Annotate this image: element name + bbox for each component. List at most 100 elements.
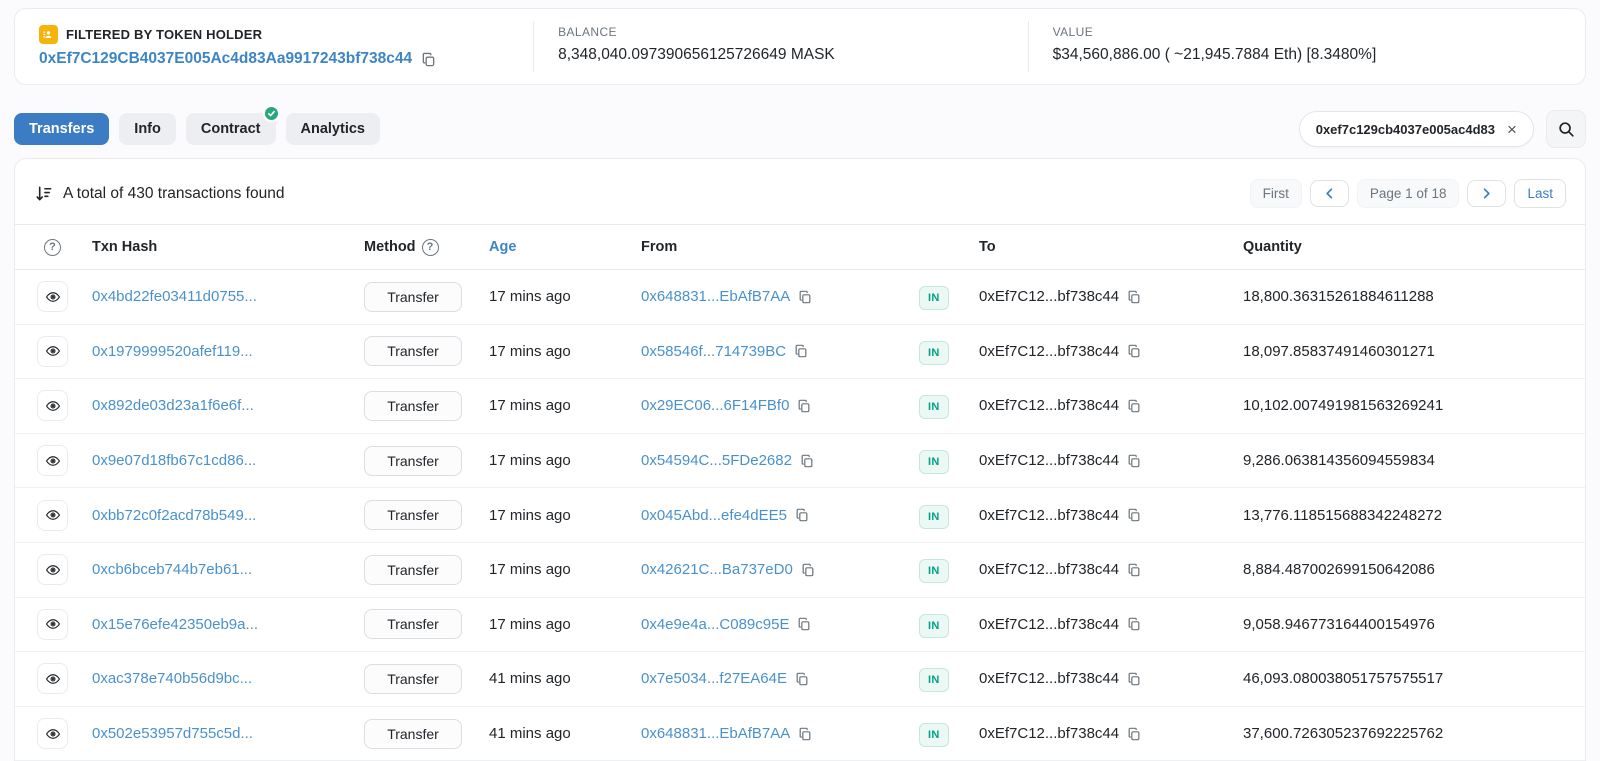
method-badge[interactable]: Transfer bbox=[364, 281, 462, 312]
pagination-prev-button[interactable] bbox=[1309, 180, 1349, 207]
pagination-next-button[interactable] bbox=[1467, 180, 1507, 207]
view-transaction-icon[interactable] bbox=[37, 281, 68, 313]
from-address-link[interactable]: 0x7e5034...f27EA64E bbox=[641, 670, 787, 687]
copy-from-address-icon[interactable] bbox=[797, 399, 811, 413]
quantity-cell: 37,600.726305237692225762 bbox=[1243, 725, 1444, 743]
copy-to-address-icon[interactable] bbox=[1127, 508, 1141, 522]
view-transaction-icon[interactable] bbox=[37, 554, 68, 586]
balance-value: 8,348,040.097390656125726649 MASK bbox=[558, 46, 835, 63]
address-book-icon bbox=[39, 25, 58, 44]
txn-hash-link[interactable]: 0xbb72c0f2acd78b549... bbox=[92, 507, 364, 524]
txn-hash-link[interactable]: 0xcb6bceb744b7eb61... bbox=[92, 561, 364, 578]
address-filter-chip[interactable]: 0xef7c129cb4037e005ac4d83 × bbox=[1298, 111, 1534, 147]
to-address-link[interactable]: 0xEf7C12...bf738c44 bbox=[979, 725, 1119, 742]
view-transaction-icon[interactable] bbox=[37, 445, 68, 477]
txn-hash-link[interactable]: 0x4bd22fe03411d0755... bbox=[92, 288, 364, 305]
copy-address-icon[interactable] bbox=[421, 52, 436, 67]
column-header-to: To bbox=[979, 239, 996, 255]
clear-filter-icon[interactable]: × bbox=[1501, 118, 1523, 140]
copy-to-address-icon[interactable] bbox=[1127, 399, 1141, 413]
copy-from-address-icon[interactable] bbox=[798, 290, 812, 304]
from-address-link[interactable]: 0x29EC06...6F14FBf0 bbox=[641, 397, 789, 414]
direction-in-badge: IN bbox=[919, 559, 949, 584]
copy-from-address-icon[interactable] bbox=[798, 727, 812, 741]
quantity-cell: 18,097.85837491460301271 bbox=[1243, 342, 1435, 360]
copy-to-address-icon[interactable] bbox=[1127, 454, 1141, 468]
to-address-link[interactable]: 0xEf7C12...bf738c44 bbox=[979, 343, 1119, 360]
pagination: First Page 1 of 18 Last bbox=[1249, 179, 1566, 208]
filter-chip-text: 0xef7c129cb4037e005ac4d83 bbox=[1315, 121, 1495, 137]
txn-hash-link[interactable]: 0x892de03d23a1f6e6f... bbox=[92, 397, 364, 414]
search-button[interactable] bbox=[1546, 110, 1586, 148]
method-badge[interactable]: Transfer bbox=[364, 336, 462, 367]
method-badge[interactable]: Transfer bbox=[364, 663, 462, 694]
from-address-link[interactable]: 0x045Abd...efe4dEE5 bbox=[641, 507, 787, 524]
token-holder-summary-card: FILTERED BY TOKEN HOLDER 0xEf7C129CB4037… bbox=[14, 8, 1586, 85]
balance-label: BALANCE bbox=[558, 25, 617, 39]
copy-from-address-icon[interactable] bbox=[801, 563, 815, 577]
view-transaction-icon[interactable] bbox=[37, 608, 68, 640]
quantity-cell: 9,058.946773164400154976 bbox=[1243, 615, 1435, 633]
view-transaction-icon[interactable] bbox=[37, 718, 68, 750]
method-badge[interactable]: Transfer bbox=[364, 609, 462, 640]
txn-hash-link[interactable]: 0xac378e740b56d9bc... bbox=[92, 670, 364, 687]
copy-from-address-icon[interactable] bbox=[797, 617, 811, 631]
tab-transfers[interactable]: Transfers bbox=[14, 113, 110, 145]
column-header-age[interactable]: Age bbox=[489, 239, 641, 255]
direction-in-badge: IN bbox=[919, 613, 949, 638]
method-badge[interactable]: Transfer bbox=[364, 445, 462, 476]
from-address-link[interactable]: 0x648831...EbAfB7AA bbox=[641, 725, 790, 742]
method-badge[interactable]: Transfer bbox=[364, 390, 462, 421]
txn-hash-link[interactable]: 0x9e07d18fb67c1cd86... bbox=[92, 452, 364, 469]
from-address-link[interactable]: 0x58546f...714739BC bbox=[641, 343, 786, 360]
view-transaction-icon[interactable] bbox=[37, 390, 68, 422]
to-address-link[interactable]: 0xEf7C12...bf738c44 bbox=[979, 670, 1119, 687]
direction-in-badge: IN bbox=[919, 450, 949, 475]
copy-to-address-icon[interactable] bbox=[1127, 344, 1141, 358]
column-header-txn-hash: Txn Hash bbox=[92, 239, 158, 255]
view-transaction-icon[interactable] bbox=[37, 499, 68, 531]
to-address-link[interactable]: 0xEf7C12...bf738c44 bbox=[979, 616, 1119, 633]
method-badge[interactable]: Transfer bbox=[364, 554, 462, 585]
copy-to-address-icon[interactable] bbox=[1127, 727, 1141, 741]
to-address-link[interactable]: 0xEf7C12...bf738c44 bbox=[979, 561, 1119, 578]
txn-hash-link[interactable]: 0x502e53957d755c5d... bbox=[92, 725, 364, 742]
tab-contract[interactable]: Contract bbox=[185, 105, 280, 145]
pagination-first-button[interactable]: First bbox=[1249, 179, 1302, 208]
to-address-link[interactable]: 0xEf7C12...bf738c44 bbox=[979, 397, 1119, 414]
tab-info[interactable]: Info bbox=[119, 113, 176, 145]
transfers-card: A total of 430 transactions found First … bbox=[14, 158, 1586, 761]
copy-from-address-icon[interactable] bbox=[795, 672, 809, 686]
from-address-link[interactable]: 0x4e9e4a...C089c95E bbox=[641, 616, 789, 633]
copy-to-address-icon[interactable] bbox=[1127, 563, 1141, 577]
txn-hash-link[interactable]: 0x15e76efe42350eb9a... bbox=[92, 616, 364, 633]
from-address-link[interactable]: 0x648831...EbAfB7AA bbox=[641, 288, 790, 305]
to-address-link[interactable]: 0xEf7C12...bf738c44 bbox=[979, 288, 1119, 305]
method-help-icon[interactable]: ? bbox=[421, 238, 439, 256]
method-badge[interactable]: Transfer bbox=[364, 500, 462, 531]
row-details-help-icon[interactable]: ? bbox=[44, 238, 61, 256]
table-row: 0x4bd22fe03411d0755... Transfer 17 mins … bbox=[15, 270, 1585, 325]
value-section: VALUE $34,560,886.00 ( ~21,945.7884 Eth)… bbox=[1027, 21, 1585, 72]
copy-to-address-icon[interactable] bbox=[1127, 290, 1141, 304]
copy-from-address-icon[interactable] bbox=[794, 344, 808, 358]
direction-in-badge: IN bbox=[919, 395, 949, 420]
view-transaction-icon[interactable] bbox=[37, 663, 68, 695]
tab-contract-label: Contract bbox=[200, 121, 261, 137]
from-address-link[interactable]: 0x54594C...5FDe2682 bbox=[641, 452, 792, 469]
copy-to-address-icon[interactable] bbox=[1127, 672, 1141, 686]
view-transaction-icon[interactable] bbox=[37, 335, 68, 367]
txn-hash-link[interactable]: 0x1979999520afef119... bbox=[92, 343, 364, 360]
tab-analytics[interactable]: Analytics bbox=[285, 113, 380, 145]
copy-from-address-icon[interactable] bbox=[800, 454, 814, 468]
token-holder-address-link[interactable]: 0xEf7C129CB4037E005Ac4d83Aa9917243bf738c… bbox=[39, 50, 412, 68]
table-row: 0x9e07d18fb67c1cd86... Transfer 17 mins … bbox=[15, 433, 1585, 489]
from-address-link[interactable]: 0x42621C...Ba737eD0 bbox=[641, 561, 793, 578]
copy-to-address-icon[interactable] bbox=[1127, 617, 1141, 631]
pagination-last-button[interactable]: Last bbox=[1514, 179, 1566, 208]
to-address-link[interactable]: 0xEf7C12...bf738c44 bbox=[979, 452, 1119, 469]
to-address-link[interactable]: 0xEf7C12...bf738c44 bbox=[979, 507, 1119, 524]
method-badge[interactable]: Transfer bbox=[364, 718, 462, 749]
copy-from-address-icon[interactable] bbox=[795, 508, 809, 522]
age-cell: 17 mins ago bbox=[489, 561, 571, 579]
